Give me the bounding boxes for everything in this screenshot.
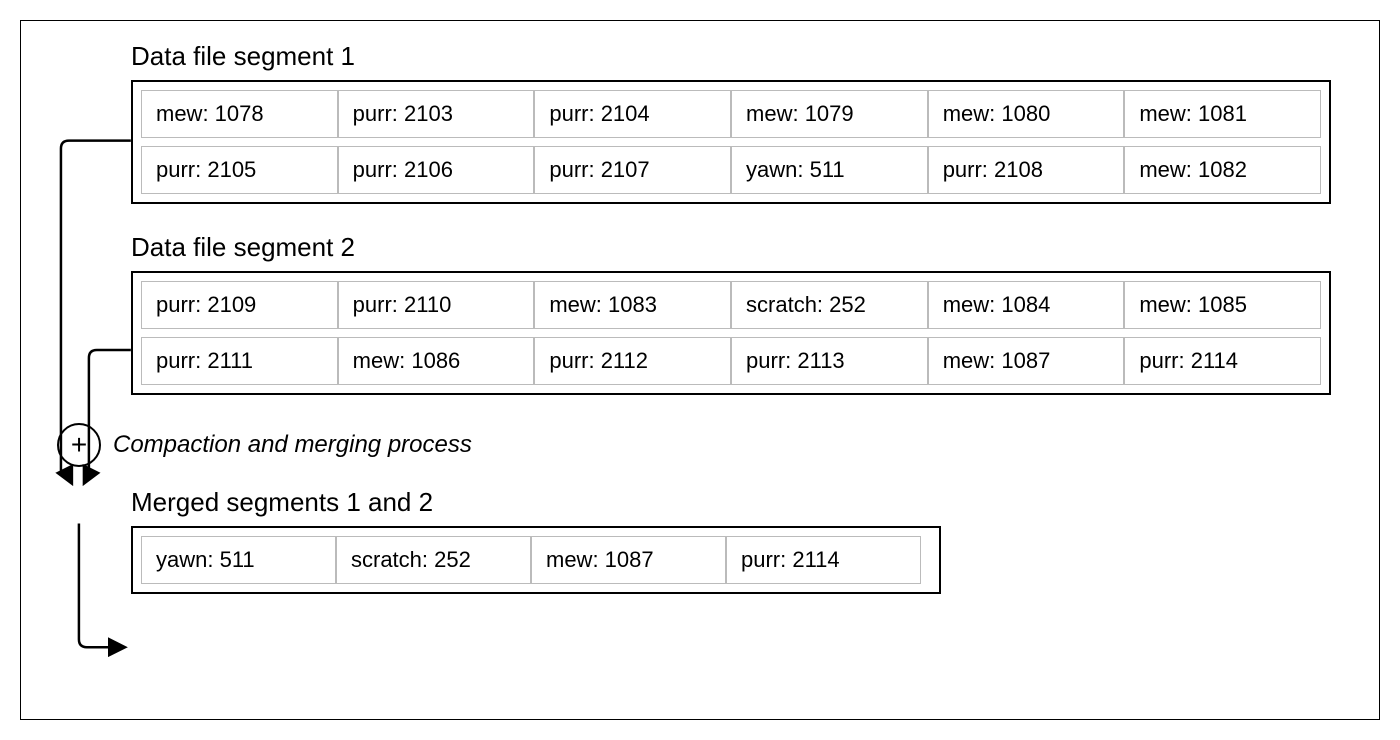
plus-icon: + — [57, 423, 101, 467]
segment-1-title: Data file segment 1 — [131, 41, 1349, 72]
segment-2-row-1: purr: 2111 mew: 1086 purr: 2112 purr: 21… — [141, 337, 1321, 385]
data-cell: yawn: 511 — [141, 536, 336, 584]
merged-row-0: yawn: 511 scratch: 252 mew: 1087 purr: 2… — [141, 536, 931, 584]
data-cell: purr: 2113 — [731, 337, 928, 385]
data-cell: purr: 2104 — [534, 90, 731, 138]
data-cell: purr: 2105 — [141, 146, 338, 194]
merged-box: yawn: 511 scratch: 252 mew: 1087 purr: 2… — [131, 526, 941, 594]
data-cell: mew: 1082 — [1124, 146, 1321, 194]
data-cell: mew: 1084 — [928, 281, 1125, 329]
data-cell: purr: 2114 — [726, 536, 921, 584]
segment-1-row-0: mew: 1078 purr: 2103 purr: 2104 mew: 107… — [141, 90, 1321, 138]
data-cell: purr: 2108 — [928, 146, 1125, 194]
segment-1-row-1: purr: 2105 purr: 2106 purr: 2107 yawn: 5… — [141, 146, 1321, 194]
data-cell: mew: 1085 — [1124, 281, 1321, 329]
segment-2-row-0: purr: 2109 purr: 2110 mew: 1083 scratch:… — [141, 281, 1321, 329]
data-cell: purr: 2110 — [338, 281, 535, 329]
data-cell: purr: 2106 — [338, 146, 535, 194]
data-cell: mew: 1087 — [928, 337, 1125, 385]
data-cell: purr: 2103 — [338, 90, 535, 138]
data-cell: purr: 2112 — [534, 337, 731, 385]
process-label: Compaction and merging process — [113, 431, 472, 459]
merge-process-row: + Compaction and merging process — [57, 423, 1349, 467]
diagram-frame: Data file segment 1 mew: 1078 purr: 2103… — [20, 20, 1380, 720]
data-cell: mew: 1081 — [1124, 90, 1321, 138]
merged-title: Merged segments 1 and 2 — [131, 487, 1349, 518]
data-cell: purr: 2111 — [141, 337, 338, 385]
data-cell: mew: 1087 — [531, 536, 726, 584]
data-cell: purr: 2107 — [534, 146, 731, 194]
data-cell: mew: 1083 — [534, 281, 731, 329]
data-cell: mew: 1086 — [338, 337, 535, 385]
data-cell: scratch: 252 — [731, 281, 928, 329]
data-cell: purr: 2114 — [1124, 337, 1321, 385]
data-cell: mew: 1079 — [731, 90, 928, 138]
segment-1-box: mew: 1078 purr: 2103 purr: 2104 mew: 107… — [131, 80, 1331, 204]
data-cell: mew: 1080 — [928, 90, 1125, 138]
data-cell: purr: 2109 — [141, 281, 338, 329]
segment-2-box: purr: 2109 purr: 2110 mew: 1083 scratch:… — [131, 271, 1331, 395]
segment-2-title: Data file segment 2 — [131, 232, 1349, 263]
data-cell: scratch: 252 — [336, 536, 531, 584]
data-cell: yawn: 511 — [731, 146, 928, 194]
data-cell: mew: 1078 — [141, 90, 338, 138]
